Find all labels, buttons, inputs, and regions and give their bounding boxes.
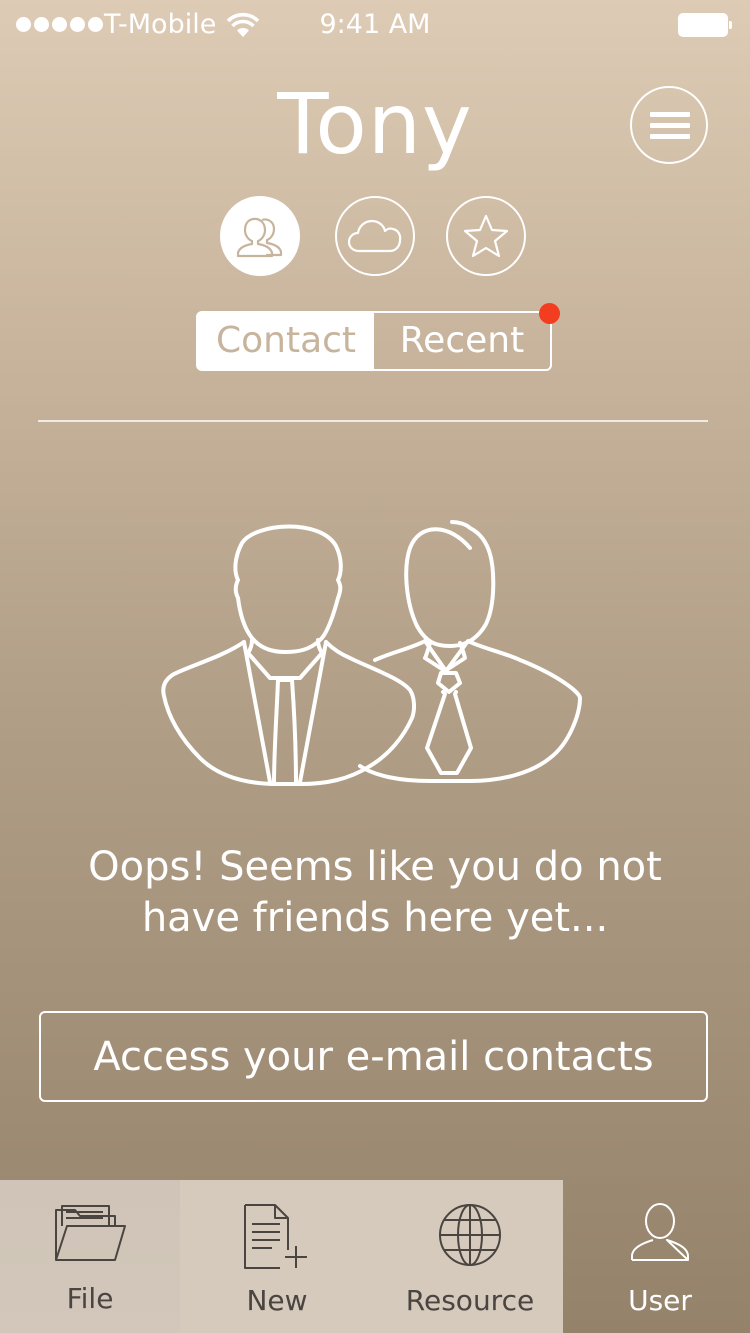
empty-state-line-2: have friends here yet... [141,895,609,941]
cloud-icon [347,219,402,253]
notification-badge [539,303,560,324]
user-icon [631,1203,689,1261]
new-document-icon [244,1204,307,1269]
tab-user[interactable]: User [570,1180,750,1333]
empty-state-line-1: Oops! Seems like you do not [88,844,662,890]
menu-button[interactable] [630,86,708,164]
tab-user-label: User [628,1284,692,1317]
tab-resource[interactable]: Resource [380,1180,560,1333]
access-email-contacts-button[interactable]: Access your e-mail contacts [39,1011,708,1102]
favorites-filter-button[interactable] [446,196,526,276]
tab-bar: File New Resource User [0,1180,750,1333]
woman-icon [358,520,582,783]
empty-state-message: Oops! Seems like you do not have friends… [40,842,710,944]
contacts-icon [236,217,283,258]
globe-icon [439,1204,501,1266]
battery-icon [678,13,732,37]
contacts-filter-button[interactable] [220,196,300,276]
divider [38,420,708,422]
tab-resource-label: Resource [405,1284,535,1317]
status-bar: T-Mobile 9:41 AM [0,0,750,50]
contacts-screen: T-Mobile 9:41 AM Tony Contact Recent Oop… [0,0,750,1333]
tab-new[interactable]: New [187,1180,367,1333]
tab-contact[interactable]: Contact [198,313,374,369]
contact-recent-segmented-control: Contact Recent [196,311,552,371]
status-time: 9:41 AM [319,9,431,40]
star-icon [463,214,509,258]
friends-illustration [161,520,582,786]
tab-file[interactable]: File [0,1180,180,1333]
man-icon [161,524,417,786]
tab-recent[interactable]: Recent [374,313,550,369]
hamburger-menu-icon [650,112,690,139]
folder-icon [55,1205,126,1261]
tab-new-label: New [246,1284,308,1317]
cloud-filter-button[interactable] [335,196,415,276]
tab-file-label: File [66,1282,114,1315]
